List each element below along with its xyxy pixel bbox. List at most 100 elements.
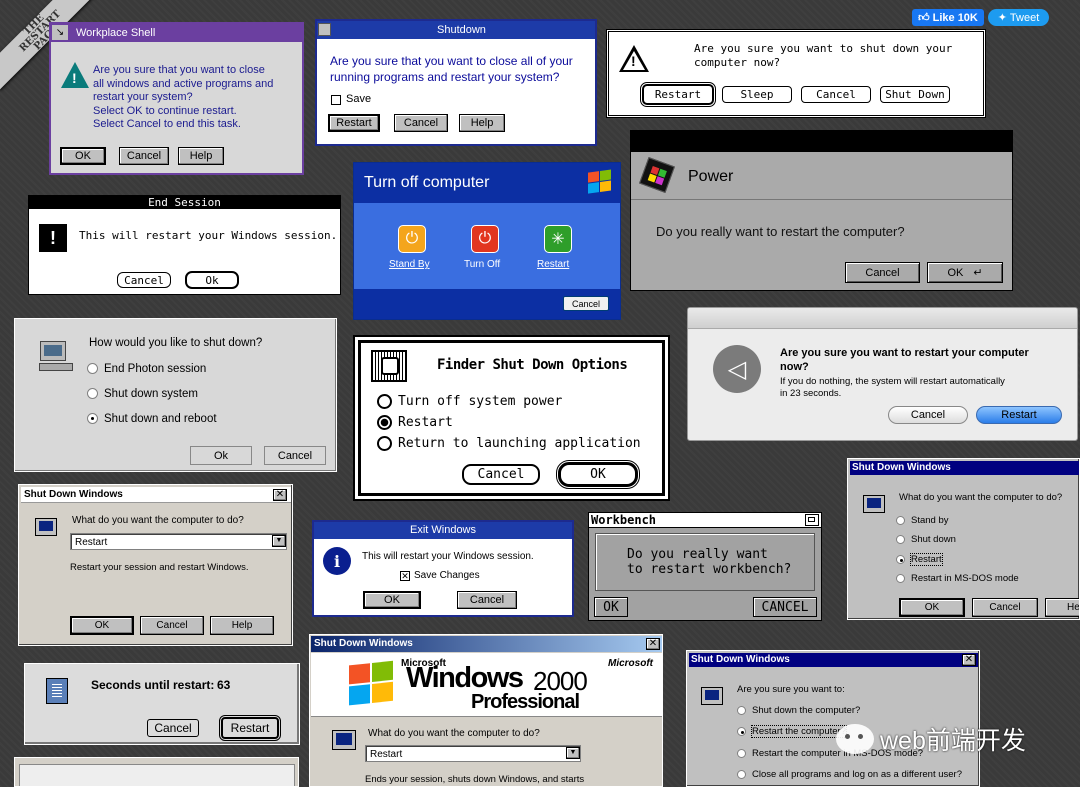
action-select[interactable]: Restart ▼ bbox=[365, 745, 581, 762]
restart-button[interactable]: Restart bbox=[976, 406, 1062, 424]
watermark: web前端开发 bbox=[836, 722, 1026, 756]
countdown-value: 63 bbox=[217, 678, 231, 692]
option-shut-down-reboot[interactable]: Shut down and reboot bbox=[87, 413, 217, 425]
close-icon[interactable]: ✕ bbox=[273, 489, 287, 501]
warning-icon-mark: ! bbox=[72, 70, 77, 86]
title-bar: Shutdown bbox=[317, 21, 595, 39]
cancel-button[interactable]: Cancel bbox=[801, 86, 871, 103]
save-changes-label: Save Changes bbox=[414, 570, 480, 581]
option-label: Stand by bbox=[911, 515, 949, 526]
option-shut-down[interactable]: Shut down the computer? bbox=[737, 705, 860, 716]
help-button[interactable]: Help bbox=[178, 147, 224, 165]
sub-line: in 23 seconds. bbox=[780, 388, 842, 399]
info-icon: i bbox=[323, 547, 351, 575]
ok-button[interactable]: OK bbox=[594, 597, 628, 617]
ok-button[interactable]: OK bbox=[363, 591, 421, 609]
cancel-button[interactable]: Cancel bbox=[457, 591, 517, 609]
stand-by-label[interactable]: Stand By bbox=[389, 259, 430, 270]
depth-gadget-icon[interactable] bbox=[805, 514, 819, 526]
dialog-title: Turn off computer bbox=[364, 174, 490, 191]
ok-button[interactable]: Ok bbox=[185, 271, 239, 289]
dropdown-arrow-icon[interactable]: ▼ bbox=[566, 747, 580, 759]
message: This will restart your Windows session. bbox=[362, 551, 534, 562]
cancel-button[interactable]: Cancel bbox=[119, 147, 169, 165]
tweet-button[interactable]: ✦ Tweet bbox=[988, 9, 1049, 26]
question: Are you sure you want to: bbox=[737, 684, 845, 695]
photon-shutdown-dialog: How would you like to shut down? End Pho… bbox=[14, 318, 337, 472]
dialog-title: Power bbox=[688, 168, 734, 185]
cancel-button[interactable]: Cancel bbox=[147, 719, 199, 737]
cancel-button[interactable]: Cancel bbox=[845, 262, 920, 283]
cancel-button[interactable]: Cancel bbox=[462, 464, 540, 485]
restart-document-icon bbox=[46, 678, 68, 704]
cancel-button[interactable]: Cancel bbox=[563, 296, 609, 311]
help-button[interactable]: He bbox=[1045, 598, 1079, 617]
stand-by-icon[interactable]: ⏻ bbox=[398, 225, 426, 253]
turn-off-label[interactable]: Turn Off bbox=[464, 259, 500, 270]
close-icon[interactable]: ✕ bbox=[646, 638, 660, 650]
win31-shutdown-dialog: Shutdown Are you sure that you want to c… bbox=[315, 19, 597, 146]
save-checkbox[interactable] bbox=[331, 95, 341, 105]
restart-button[interactable]: Restart bbox=[219, 715, 281, 741]
save-changes-checkbox[interactable]: ✕ bbox=[400, 571, 410, 581]
option-shut-down[interactable]: Shut down system bbox=[87, 388, 198, 400]
dialog-title: End Session bbox=[148, 196, 221, 209]
cancel-button[interactable]: Cancel bbox=[972, 598, 1038, 617]
title-bar: Shut Down Windows ✕ bbox=[689, 653, 978, 667]
countdown-label: Seconds until restart: bbox=[91, 678, 215, 692]
option-end-photon[interactable]: End Photon session bbox=[87, 363, 206, 375]
system-menu-icon[interactable]: ↘ bbox=[52, 25, 68, 40]
restart-button[interactable]: Restart bbox=[640, 82, 716, 107]
title-bar bbox=[688, 308, 1077, 329]
ok-button[interactable]: Ok bbox=[190, 446, 252, 465]
restart-label[interactable]: Restart bbox=[537, 259, 569, 270]
sleep-button[interactable]: Sleep bbox=[722, 86, 792, 103]
help-button[interactable]: Help bbox=[210, 616, 274, 635]
message-line: computer now? bbox=[694, 56, 781, 69]
ok-button[interactable]: OK bbox=[60, 147, 106, 165]
restart-icon[interactable]: ✳ bbox=[544, 225, 572, 253]
dropdown-arrow-icon[interactable]: ▼ bbox=[272, 535, 286, 547]
message-line: Do you really want bbox=[627, 547, 768, 562]
option-turn-off[interactable]: Turn off system power bbox=[377, 394, 562, 409]
restart-button[interactable]: Restart bbox=[328, 114, 380, 132]
like-label: Like 10K bbox=[932, 11, 978, 24]
ok-button[interactable]: OK bbox=[70, 616, 134, 635]
cancel-button[interactable]: Cancel bbox=[117, 272, 171, 288]
message-line: Are you sure that you want to close bbox=[93, 64, 265, 76]
option-label: Turn off system power bbox=[398, 394, 563, 409]
option-restart[interactable]: Restart bbox=[896, 553, 943, 566]
option-return[interactable]: Return to launching application bbox=[377, 436, 641, 451]
facebook-like-button[interactable]: 👍︎ Like 10K bbox=[912, 9, 984, 26]
action-select[interactable]: Restart ▼ bbox=[70, 533, 287, 550]
close-icon[interactable]: ✕ bbox=[962, 654, 976, 666]
option-restart[interactable]: Restart bbox=[377, 415, 453, 430]
cancel-button[interactable]: Cancel bbox=[264, 446, 326, 465]
control-menu-icon[interactable] bbox=[318, 23, 331, 36]
option-label: Return to launching application bbox=[398, 436, 641, 451]
title-bar: End Session bbox=[29, 196, 340, 209]
radio-icon bbox=[87, 388, 98, 400]
option-label: Restart bbox=[398, 415, 453, 430]
cancel-button[interactable]: Cancel bbox=[394, 114, 448, 132]
ok-button[interactable]: OK bbox=[899, 598, 965, 617]
option-shut-down[interactable]: Shut down bbox=[896, 534, 956, 545]
shut-down-button[interactable]: Shut Down bbox=[880, 86, 950, 103]
title-bar: Shut Down Windows ✕ bbox=[311, 636, 662, 652]
option-log-on[interactable]: Close all programs and log on as a diffe… bbox=[737, 769, 962, 780]
cancel-button[interactable]: CANCEL bbox=[753, 597, 817, 617]
cancel-button[interactable]: Cancel bbox=[888, 406, 968, 424]
ok-button[interactable]: OK ↵ bbox=[927, 262, 1003, 283]
footer: Cancel bbox=[354, 289, 620, 319]
turn-off-icon[interactable]: ⏻ bbox=[471, 225, 499, 253]
help-button[interactable]: Help bbox=[459, 114, 505, 132]
win95-shutdown-dialog: Shut Down Windows ✕ Are you sure you wan… bbox=[686, 650, 980, 787]
ok-button[interactable]: OK bbox=[556, 460, 640, 489]
windows-logo-icon bbox=[349, 660, 395, 708]
option-ms-dos[interactable]: Restart in MS-DOS mode bbox=[896, 573, 1019, 584]
option-restart[interactable]: Restart the computer? bbox=[737, 725, 847, 738]
thumbs-up-icon: 👍︎ bbox=[918, 12, 930, 24]
option-stand-by[interactable]: Stand by bbox=[896, 515, 949, 526]
cancel-button[interactable]: Cancel bbox=[140, 616, 204, 635]
xp-turn-off-dialog: Turn off computer ⏻ ⏻ ✳ Stand By Turn Of… bbox=[353, 162, 621, 320]
